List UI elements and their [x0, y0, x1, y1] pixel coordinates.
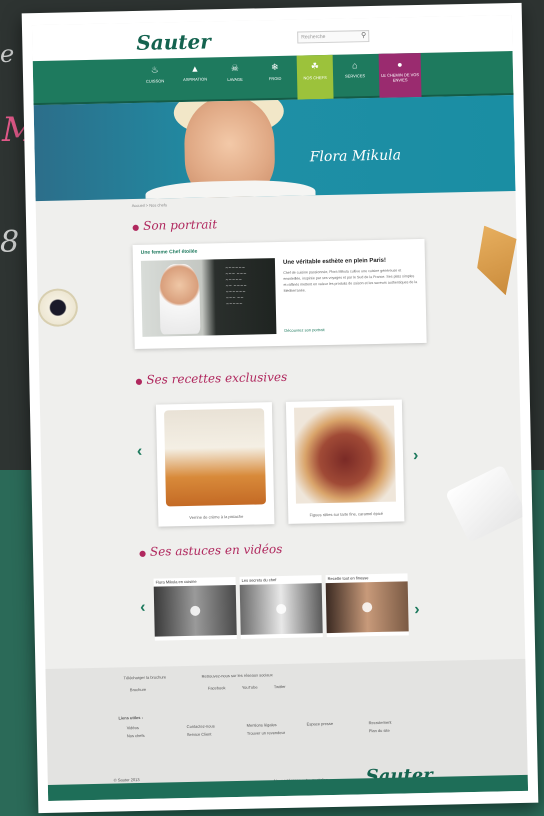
chef-hat-icon: ☘ [310, 61, 319, 72]
chef-hat-icon: ● [135, 376, 143, 387]
videos-next-arrow[interactable]: › [414, 601, 420, 619]
search-input[interactable]: Recherche ⚲ [297, 30, 370, 44]
footer-link[interactable]: Espace presse [307, 721, 334, 727]
nav-item-froid[interactable]: ❄ FROID [257, 56, 294, 101]
chalk-menu: ~~~~~~ ~~~ ~~~ ~~~~~ ~~ ~~~~ ~~~~~~ ~~~ ~~ ~~~… [224, 264, 247, 307]
nav-item-cuisson[interactable]: ♨ CUISSON [137, 58, 174, 103]
nav-label: SERVICES [344, 73, 366, 79]
nav-item-lavage[interactable]: ☠ LAVAGE [217, 56, 254, 101]
footer-copyright: © Sauter 2013 [113, 777, 140, 783]
nav-label: FROID [268, 75, 282, 82]
nav-label: NOS CHEFS [303, 74, 327, 81]
footer-link[interactable]: Service Client [187, 732, 212, 738]
chef-hat-icon: ● [138, 548, 147, 558]
section-title-text: Ses astuces en vidéos [149, 541, 283, 559]
search-placeholder: Recherche [301, 33, 326, 41]
chef-figure [158, 263, 201, 335]
hood-icon: ▲ [190, 63, 200, 74]
nav-label: LAVAGE [227, 76, 243, 83]
breadcrumb[interactable]: Accueil > Nos chefs [132, 202, 167, 208]
nav-item-chemin-envies[interactable]: ● LE CHEMIN DE VOS ENVIES [378, 52, 422, 98]
portrait-headline: Une véritable esthète en plein Paris! [282, 257, 387, 266]
sauter-logo[interactable]: Sauter [136, 29, 211, 55]
footer-link[interactable]: Trouver un revendeur [247, 730, 285, 736]
nav-label: ASPIRATION [183, 76, 208, 82]
recipe-photo [293, 405, 396, 504]
footer-link[interactable]: Nos chefs [127, 733, 145, 738]
chef-hat-icon: ● [132, 222, 140, 233]
footer-brochure-title: Télécharger la brochure [123, 674, 167, 681]
faucet-icon: ☠ [230, 62, 240, 73]
recipe-caption: Figues rôties sur tarte fine, caramel ép… [309, 510, 383, 518]
plated-dish-image [444, 464, 528, 543]
nav-label: CUISSON [145, 78, 165, 84]
recipe-card[interactable]: Verrine de crème à la pistache [155, 402, 275, 527]
pastry-image [476, 225, 517, 296]
nav-item-nos-chefs[interactable]: ☘ NOS CHEFS [296, 54, 334, 100]
video-image [325, 581, 409, 634]
recipe-caption: Verrine de crème à la pistache [189, 513, 244, 520]
footer-social-twitter[interactable]: Twitter [274, 684, 286, 689]
house-icon: ⌂ [352, 60, 358, 71]
footer-link[interactable]: Plan du site [369, 728, 390, 733]
section-title-text: Son portrait [142, 217, 218, 233]
chef-signature: Flora Mikula [309, 147, 402, 166]
footer-link[interactable]: Mentions légales [247, 722, 277, 728]
section-title-text: Ses recettes exclusives [146, 369, 288, 387]
recipe-photo [164, 408, 267, 507]
sauter-webpage: Sauter Recherche ⚲ ♨ CUISSON ▲ ASPIRATION … [31, 15, 529, 801]
chalk-decoration: 8 [0, 225, 20, 260]
screenshot-print: Sauter Recherche ⚲ ♨ CUISSON ▲ ASPIRATION … [21, 2, 539, 814]
nav-item-aspiration[interactable]: ▲ ASPIRATION [177, 57, 214, 102]
video-thumbnail[interactable]: Les secrets du chef [239, 575, 323, 639]
footer-brochure-link[interactable]: Brochure [130, 687, 146, 692]
portrait-more-link[interactable]: Découvrez son portrait [284, 327, 324, 333]
recipes-next-arrow[interactable]: › [413, 447, 419, 465]
footer-social-title: Retrouvez-nous sur les réseaux sociaux [201, 672, 273, 679]
chef-portrait-photo: ~~~~~~ ~~~ ~~~ ~~~~~ ~~ ~~~~ ~~~~~~ ~~~ ~~ ~~~… [140, 258, 277, 337]
recipe-card[interactable]: Figues rôties sur tarte fine, caramel ép… [285, 399, 405, 524]
section-title-portrait: ● Son portrait [132, 217, 217, 233]
footer-social-youtube[interactable]: YouTube [242, 685, 258, 690]
pot-icon: ♨ [150, 64, 160, 75]
footer-link[interactable]: Recrutement [369, 720, 392, 725]
portrait-text: Chef de cuisine passionnée, Flora Mikula… [283, 268, 418, 293]
nav-label: LE CHEMIN DE VOS ENVIES [380, 72, 420, 83]
play-icon[interactable] [362, 602, 373, 613]
video-thumbnail[interactable]: Flora Mikula en cuisine [153, 576, 237, 641]
footer-social-facebook[interactable]: Facebook [208, 685, 226, 690]
recipes-prev-arrow[interactable]: ‹ [137, 443, 143, 461]
footer-link[interactable]: Vidéos [127, 725, 139, 730]
chef-shirt [145, 179, 316, 202]
video-thumbnail[interactable]: Recette tout en finesse [325, 573, 409, 638]
search-icon[interactable]: ⚲ [361, 31, 366, 41]
nav-item-services[interactable]: ⌂ SERVICES [337, 54, 374, 99]
section-title-videos: ● Ses astuces en vidéos [139, 542, 283, 559]
portrait-card: Une femme Chef étoilée ~~~~~~ ~~~ ~~~ ~~~~… [132, 238, 427, 350]
caviar-spoon-image [37, 288, 79, 328]
play-icon[interactable] [190, 605, 201, 616]
video-image [153, 584, 237, 637]
hero-banner: Flora Mikula [33, 95, 516, 202]
snowflake-icon: ❄ [270, 61, 279, 73]
footer-link[interactable]: Contactez-nous [187, 723, 215, 729]
footer-links-title: Liens utiles : [118, 714, 143, 721]
chef-icon: ● [397, 59, 403, 70]
section-title-recipes: ● Ses recettes exclusives [135, 370, 287, 387]
play-icon[interactable] [276, 603, 287, 615]
portrait-card-title: Une femme Chef étoilée [140, 248, 198, 256]
videos-prev-arrow[interactable]: ‹ [140, 599, 146, 617]
video-image [239, 583, 323, 635]
chalk-decoration: e [0, 40, 15, 68]
